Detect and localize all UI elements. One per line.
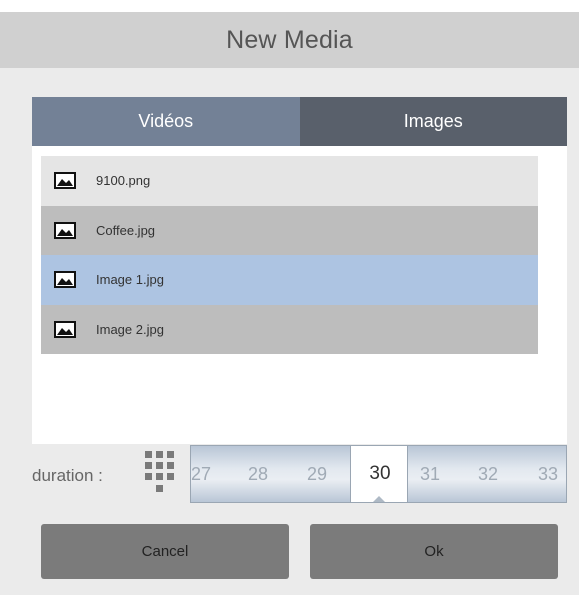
picker-selected-value: 30 (369, 463, 391, 484)
cancel-button[interactable]: Cancel (41, 524, 289, 579)
file-name: 9100.png (96, 173, 151, 189)
file-row-image-1[interactable]: Image 1.jpg (41, 255, 538, 305)
top-strip (0, 0, 579, 12)
media-tabs: Vidéos Images (32, 97, 567, 146)
tab-videos[interactable]: Vidéos (32, 97, 300, 146)
keypad-icon[interactable] (143, 449, 181, 502)
picker-value[interactable]: 27 (191, 464, 221, 485)
picker-caret-icon (372, 496, 386, 502)
file-name: Image 2.jpg (96, 321, 164, 337)
duration-picker[interactable]: 27 28 29 30 31 32 33 (190, 445, 567, 503)
picker-value[interactable]: 28 (238, 464, 278, 485)
ok-button[interactable]: Ok (310, 524, 558, 579)
picker-value[interactable]: 31 (410, 464, 450, 485)
image-icon (54, 221, 76, 239)
file-row-image-2[interactable]: Image 2.jpg (41, 304, 538, 354)
file-list: 9100.png Coffee.jpg Image 1.jpg Image 2.… (41, 156, 538, 354)
file-name: Image 1.jpg (96, 272, 164, 288)
picker-value[interactable]: 33 (528, 464, 566, 485)
media-panel: Vidéos Images 9100.png Coffee.jpg Image … (32, 97, 567, 444)
dialog-title: New Media (226, 25, 353, 54)
duration-label: duration : (32, 466, 103, 485)
file-row-coffee[interactable]: Coffee.jpg (41, 205, 538, 255)
image-icon (54, 271, 76, 289)
image-icon (54, 172, 76, 190)
dialog-header: New Media (0, 12, 579, 68)
picker-value[interactable]: 32 (468, 464, 508, 485)
tab-images[interactable]: Images (299, 97, 567, 146)
picker-selected[interactable]: 30 (350, 446, 408, 502)
image-icon (54, 320, 76, 338)
picker-value[interactable]: 29 (297, 464, 337, 485)
file-row-9100[interactable]: 9100.png (41, 156, 538, 206)
file-name: Coffee.jpg (96, 222, 156, 238)
